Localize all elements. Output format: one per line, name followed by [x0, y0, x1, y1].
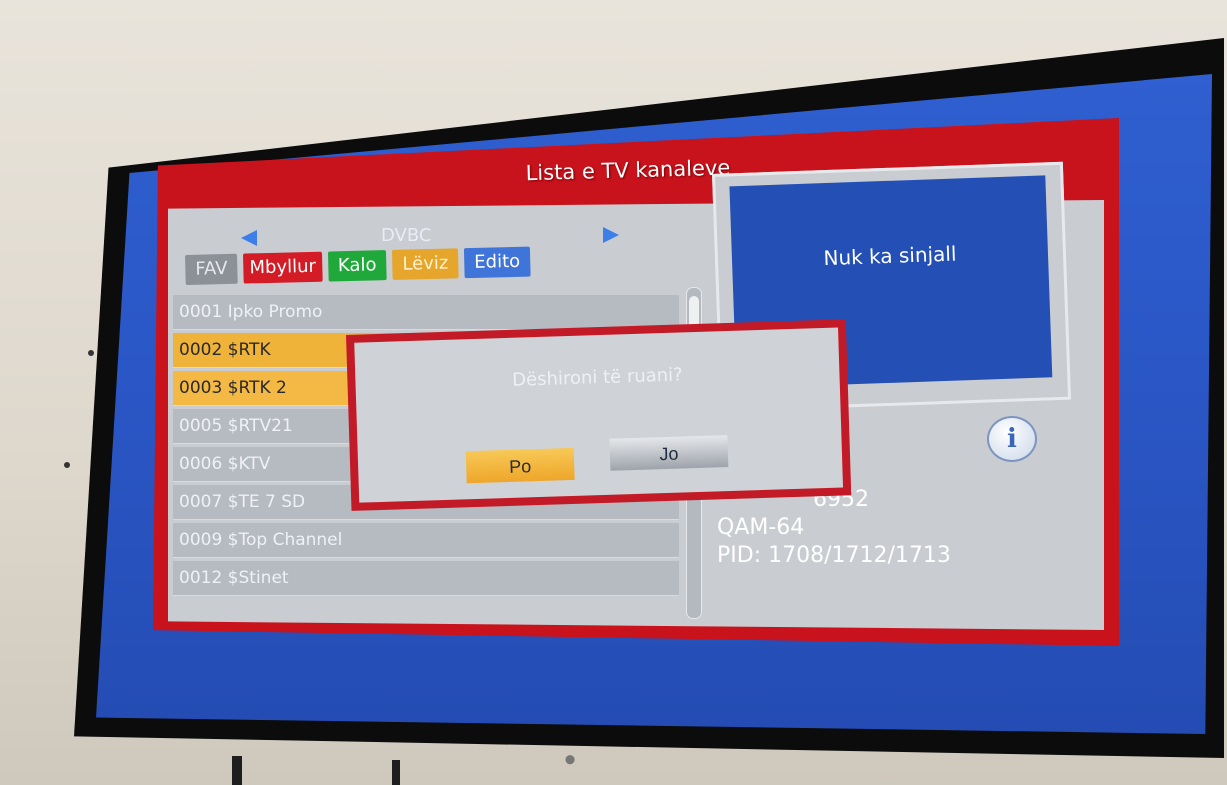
channel-info: 6952 QAM-64 PID: 1708/1712/1713 — [717, 486, 951, 570]
arrow-right-icon[interactable] — [603, 227, 619, 243]
tab-leviz[interactable]: Lëviz — [392, 248, 459, 280]
tab-mbyllur[interactable]: Mbyllur — [243, 251, 323, 284]
channel-row[interactable]: 0009 $Top Channel — [173, 523, 679, 558]
tv-stand-leg — [232, 756, 242, 785]
dialog-question: Dëshironi të ruani? — [511, 364, 684, 391]
wall-dot — [64, 462, 70, 468]
channel-row[interactable]: 0001 Ipko Promo — [173, 295, 679, 330]
save-dialog-body: Dëshironi të ruani? Po Jo — [354, 327, 844, 503]
info-modulation: QAM-64 — [717, 515, 805, 540]
channel-row[interactable]: 0012 $Stinet — [173, 561, 679, 596]
tv-logo: ⬤ — [565, 755, 576, 765]
tab-fav[interactable]: FAV — [185, 253, 238, 285]
tab-kalo[interactable]: Kalo — [327, 250, 387, 282]
yes-button[interactable]: Po — [465, 447, 575, 484]
info-icon[interactable]: i — [987, 416, 1037, 462]
wall-dot — [88, 350, 94, 356]
save-dialog: Dëshironi të ruani? Po Jo — [346, 319, 852, 511]
tv-stand-leg — [392, 760, 400, 785]
arrow-left-icon[interactable] — [241, 230, 257, 246]
band-label: DVBC — [381, 225, 432, 246]
info-pid: PID: 1708/1712/1713 — [717, 543, 951, 568]
no-button[interactable]: Jo — [609, 435, 729, 471]
tab-edito[interactable]: Edito — [463, 246, 531, 279]
